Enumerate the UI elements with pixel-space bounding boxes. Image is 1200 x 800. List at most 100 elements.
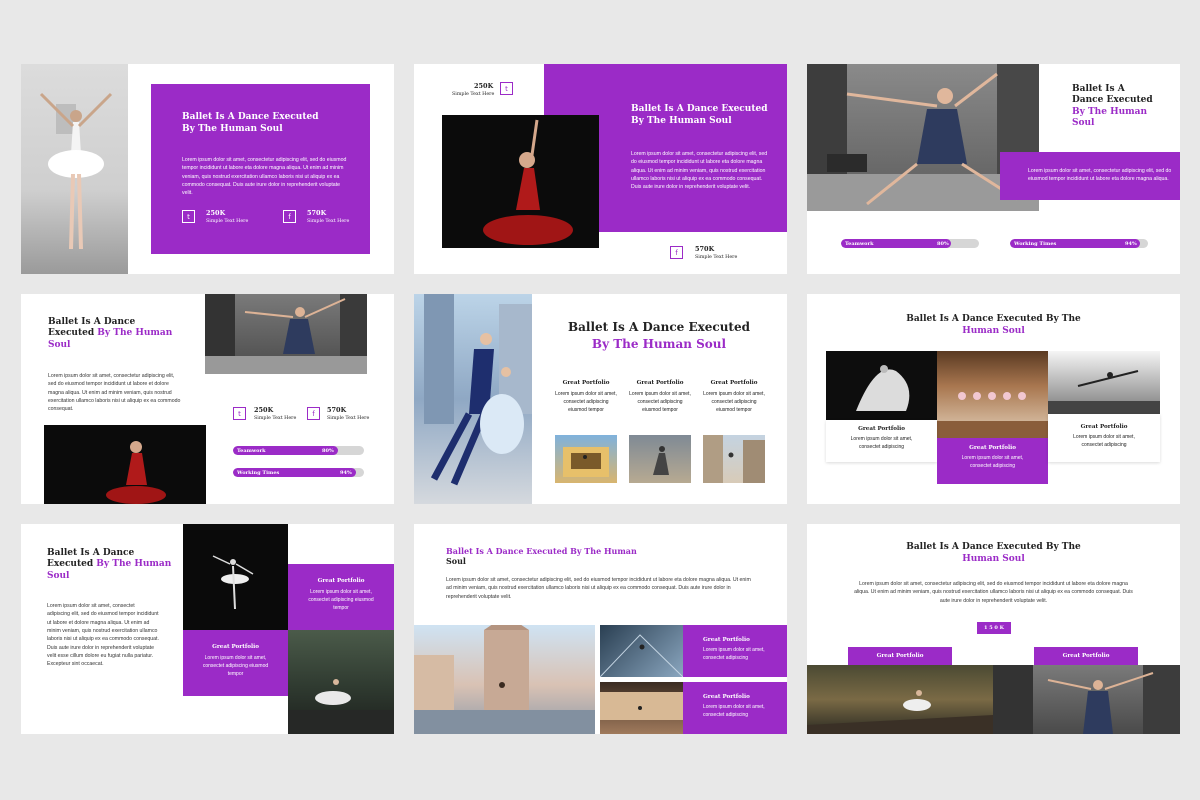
slide-title: Ballet Is A Dance Executed By The Human … (48, 317, 173, 350)
facebook-icon[interactable]: f (307, 407, 320, 420)
portfolio-text: Lorem ipsum dolor sit amet, consectet ad… (703, 391, 765, 413)
working-times-label: Working Times (237, 469, 280, 476)
portfolio-title: Great Portfolio (562, 380, 610, 386)
slide-title: Ballet Is A Dance Executed By The Human … (47, 548, 172, 581)
working-times-label: Working Times (1014, 240, 1057, 247)
facebook-stat: 570K (695, 245, 715, 253)
facebook-stat: 570K (307, 209, 327, 217)
twitter-stat: 250K (254, 406, 274, 414)
slide-5[interactable]: Ballet Is A Dance Executed By The Human … (414, 294, 787, 504)
portfolio-text: Lorem ipsum dolor sit amet, consectet ad… (629, 391, 691, 413)
portfolio-title: Great Portfolio (317, 578, 365, 584)
twitter-stat-label: Simple Text Here (206, 219, 249, 224)
portfolio-column-3: Great Portfolio Lorem ipsum dolor sit am… (702, 380, 766, 414)
portfolio-title: Great Portfolio (703, 637, 750, 643)
teamwork-progress: Teamwork 80% (233, 446, 364, 455)
portfolio-title: Great Portfolio (636, 380, 684, 386)
slide-6[interactable]: Ballet Is A Dance Executed By The Human … (807, 294, 1180, 504)
portfolio-card-bottom: Great Portfolio Lorem ipsum dolor sit am… (683, 682, 787, 734)
working-times-value: 94% (340, 469, 352, 476)
portfolio-card-1: Great Portfolio Lorem ipsum dolor sit am… (826, 420, 937, 462)
portfolio-title: Great Portfolio (703, 694, 750, 700)
dancer-red-photo (442, 115, 599, 248)
body-text: Lorem ipsum dolor sit amet, consectetur … (1028, 168, 1172, 183)
twitter-stat-label: Simple Text Here (254, 416, 297, 421)
portfolio-column-2: Great Portfolio Lorem ipsum dolor sit am… (628, 380, 692, 414)
ballet-studio-photo (937, 351, 1048, 438)
portfolio-title: Great Portfolio (1080, 424, 1128, 430)
slide-title: Ballet Is A Dance Executed By The Human … (446, 546, 637, 567)
portfolio-text: Lorem ipsum dolor sit amet, consectet ad… (202, 655, 269, 677)
portfolio-photo-2 (629, 435, 691, 483)
body-text: Lorem ipsum dolor sit amet, consectetur … (854, 581, 1133, 604)
portfolio-text: Lorem ipsum dolor sit amet, consectet ad… (850, 436, 913, 450)
stat-150k-button[interactable]: 1 5 0 K (977, 622, 1011, 634)
twitter-icon[interactable]: t (500, 82, 513, 95)
text-panel: Lorem ipsum dolor sit amet, consectetur … (1000, 152, 1180, 200)
twitter-stat-label: Simple Text Here (452, 92, 495, 97)
slide-title: Ballet Is A Dance Executed By The Human … (1072, 84, 1153, 128)
teamwork-label: Teamwork (845, 240, 874, 247)
slide-2[interactable]: 250K Simple Text Here t Ballet Is A Danc… (414, 64, 787, 274)
ballerina-photo (21, 64, 128, 274)
portfolio-text: Lorem ipsum dolor sit amet, consectet ad… (703, 704, 765, 718)
street-dancer-photo (993, 665, 1180, 734)
portfolio-text: Lorem ipsum dolor sit amet, consectet ad… (308, 589, 374, 611)
ballerina-forest-photo (288, 630, 394, 734)
twitter-icon[interactable]: t (233, 407, 246, 420)
portfolio-card-2: Great Portfolio Lorem ipsum dolor sit am… (937, 438, 1048, 484)
dancer-hall-photo (600, 682, 683, 734)
slide-8[interactable]: Ballet Is A Dance Executed By The Human … (414, 524, 787, 734)
teamwork-label: Teamwork (237, 447, 266, 454)
portfolio-card-bottom: Great Portfolio Lorem ipsum dolor sit am… (183, 630, 288, 696)
slide-9[interactable]: Ballet Is A Dance Executed By The Human … (807, 524, 1180, 734)
body-text: Lorem ipsum dolor sit amet, consectetur … (446, 577, 751, 600)
portfolio-title: Great Portfolio (969, 445, 1016, 451)
facebook-icon[interactable]: f (670, 246, 683, 259)
portfolio-photo-1 (555, 435, 617, 483)
ballerina-park-photo (807, 665, 993, 734)
teamwork-progress: Teamwork 80% (841, 239, 979, 248)
slide-7[interactable]: Ballet Is A Dance Executed By The Human … (21, 524, 394, 734)
slide-3[interactable]: Ballet Is A Dance Executed By The Human … (807, 64, 1180, 274)
dancer-tunnel-photo (600, 625, 683, 677)
slide-title: Ballet Is A Dance Executed By The Human … (631, 104, 768, 126)
dancer-leap-photo (1048, 351, 1160, 414)
slide-title: Ballet Is A Dance Executed By The Human … (906, 314, 1081, 336)
facebook-stat-label: Simple Text Here (327, 416, 370, 421)
slide-title: Ballet Is A Dance Executed By The Human … (182, 112, 319, 134)
portfolio-title: Great Portfolio (710, 380, 758, 386)
slide-4[interactable]: Ballet Is A Dance Executed By The Human … (21, 294, 394, 504)
facebook-icon[interactable]: f (283, 210, 296, 223)
portfolio-text: Lorem ipsum dolor sit amet, consectet ad… (1073, 434, 1135, 448)
portfolio-card-top: Great Portfolio Lorem ipsum dolor sit am… (683, 625, 787, 677)
portfolio-tab-right[interactable]: Great Portfolio (1034, 647, 1138, 665)
portfolio-tab-left[interactable]: Great Portfolio (848, 647, 952, 665)
body-text: Lorem ipsum dolor sit amet, consectetur … (182, 157, 347, 197)
portfolio-title: Great Portfolio (858, 426, 905, 432)
slide-title: Ballet Is A Dance Executed By The Human … (568, 320, 750, 351)
dancer-fabric-photo (826, 351, 937, 420)
twitter-stat: 250K (474, 82, 494, 90)
portfolio-text: Lorem ipsum dolor sit amet, consectet ad… (555, 391, 617, 413)
facebook-stat-label: Simple Text Here (307, 219, 350, 224)
teamwork-value: 80% (937, 240, 949, 247)
working-times-value: 94% (1125, 240, 1137, 247)
body-text: Lorem ipsum dolor sit amet, consectetur … (631, 151, 768, 191)
portfolio-text: Lorem ipsum dolor sit amet, consectet ad… (703, 647, 765, 661)
portfolio-card-3: Great Portfolio Lorem ipsum dolor sit am… (1048, 414, 1160, 462)
twitter-stat: 250K (206, 209, 226, 217)
portfolio-photo-3 (703, 435, 765, 483)
facebook-stat: 570K (327, 406, 347, 414)
slide-1[interactable]: Ballet Is A Dance Executed By The Human … (21, 64, 394, 274)
couple-dancers-photo (414, 294, 532, 504)
facebook-stat-label: Simple Text Here (695, 255, 738, 260)
twitter-icon[interactable]: t (182, 210, 195, 223)
slide-title: Ballet Is A Dance Executed By The Human … (906, 542, 1081, 564)
portfolio-text: Lorem ipsum dolor sit amet, consectet ad… (961, 455, 1024, 469)
cathedral-dancer-photo (414, 625, 595, 734)
street-dancer-photo (205, 294, 367, 374)
text-panel: Ballet Is A Dance Executed By The Human … (151, 84, 370, 254)
portfolio-title: Great Portfolio (212, 644, 259, 650)
portfolio-card-top: Great Portfolio Lorem ipsum dolor sit am… (288, 564, 394, 630)
